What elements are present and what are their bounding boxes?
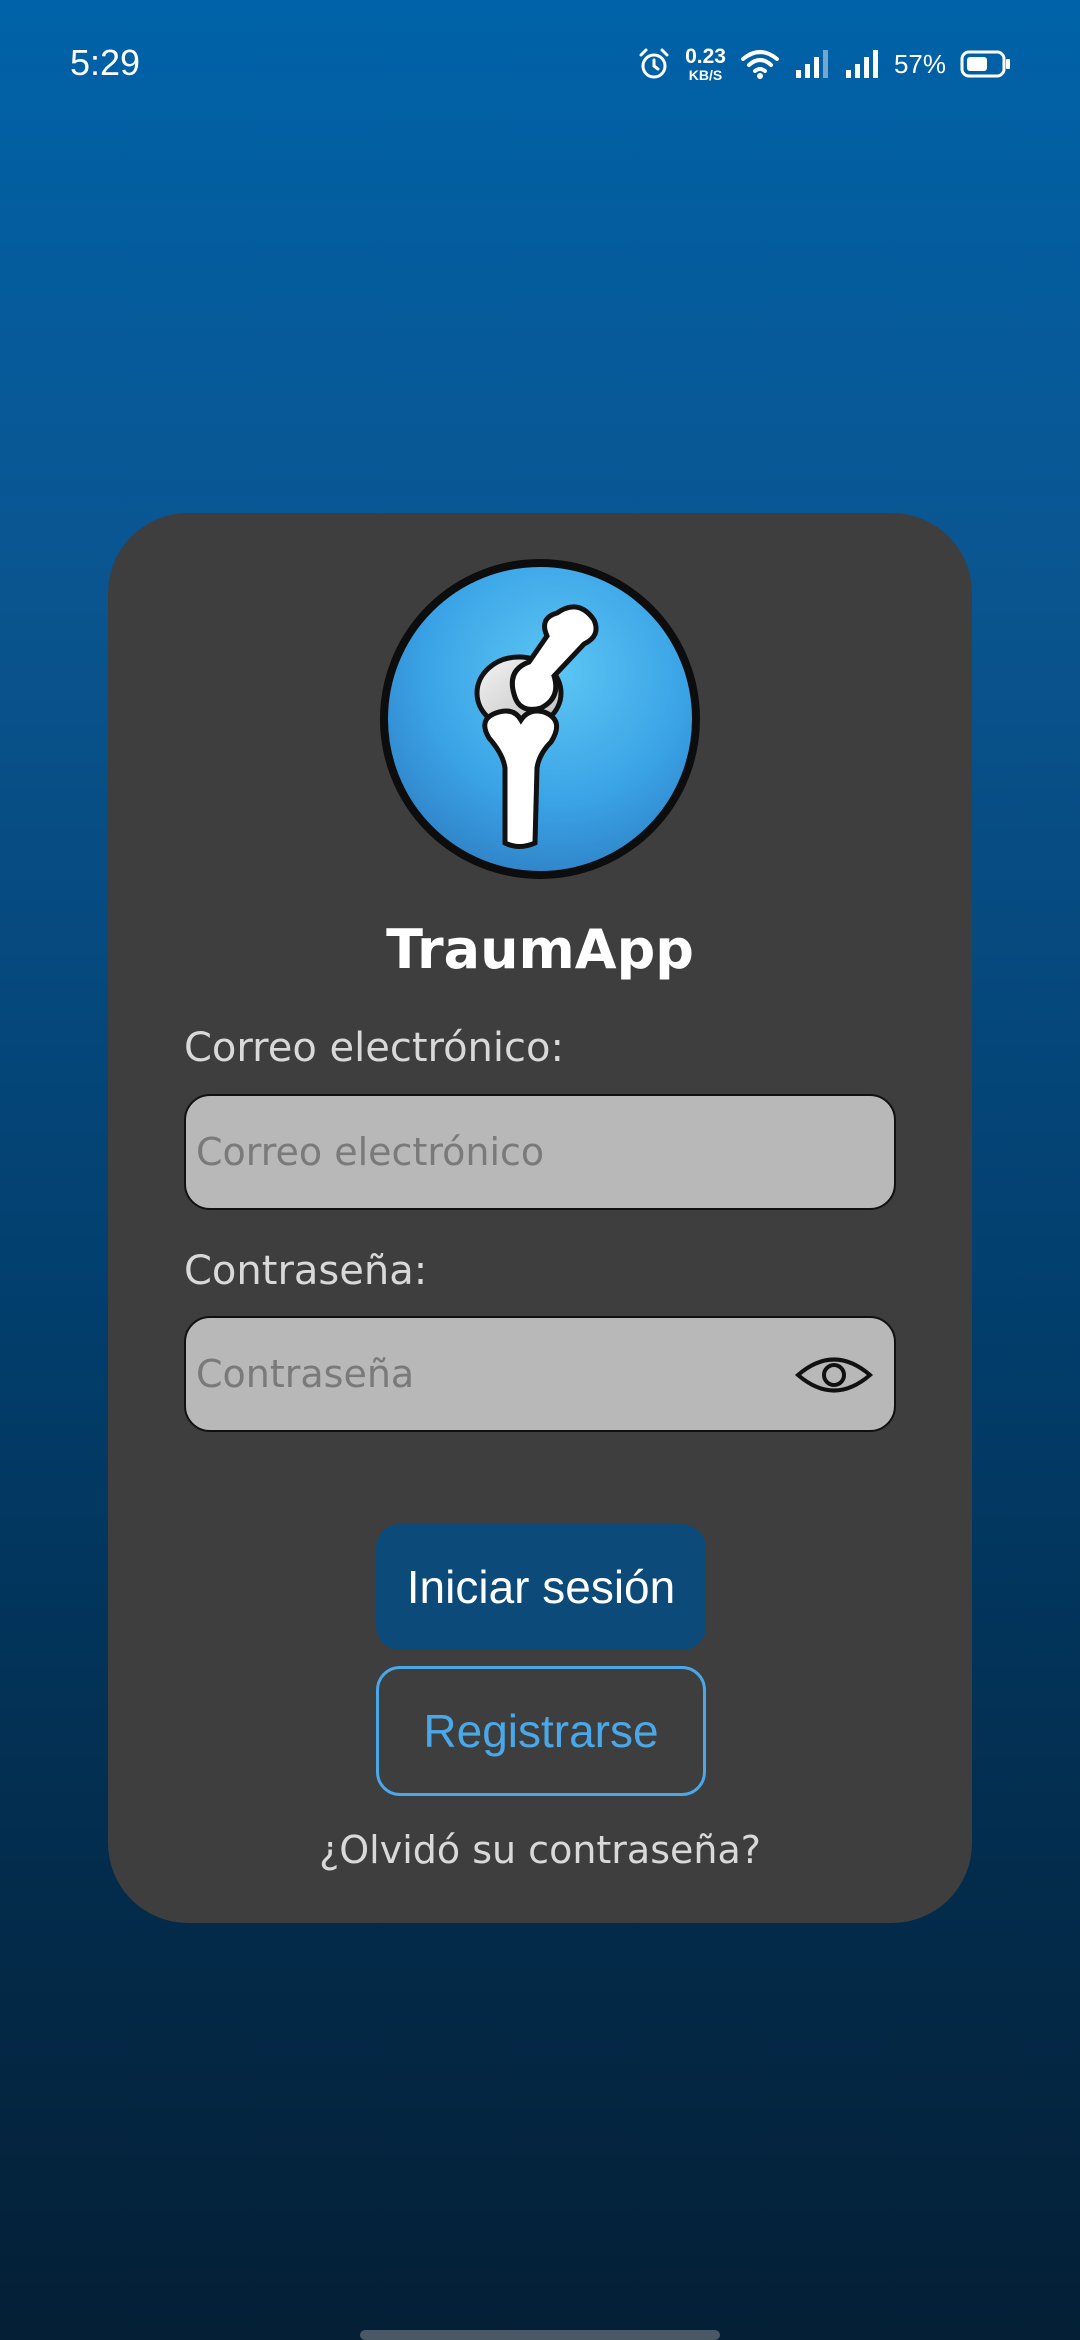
register-button[interactable]: Registrarse xyxy=(376,1666,706,1796)
password-field-container xyxy=(184,1316,896,1432)
status-time: 5:29 xyxy=(70,42,141,83)
email-label: Correo electrónico: xyxy=(184,1025,564,1071)
signal-icon xyxy=(795,50,828,78)
home-indicator[interactable] xyxy=(360,2330,720,2340)
wifi-icon xyxy=(740,50,779,79)
login-button[interactable]: Iniciar sesión xyxy=(376,1524,706,1650)
network-speed-value: 0.23 xyxy=(685,45,726,68)
email-field[interactable] xyxy=(196,1096,756,1208)
battery-percent: 57% xyxy=(893,48,946,79)
password-field[interactable] xyxy=(196,1318,756,1430)
password-label: Contraseña: xyxy=(184,1248,428,1294)
forgot-password-link[interactable]: ¿Olvidó su contraseña? xyxy=(108,1828,972,1872)
login-card: TraumApp Correo electrónico: Contraseña:… xyxy=(108,513,972,1923)
eye-icon[interactable] xyxy=(794,1350,874,1400)
status-bar: 5:29 0.23 KB/S 57% xyxy=(0,0,1080,130)
signal-icon xyxy=(845,50,878,78)
app-title: TraumApp xyxy=(386,918,694,981)
alarm-icon xyxy=(639,48,669,79)
app-logo xyxy=(380,559,700,879)
email-field-container xyxy=(184,1094,896,1210)
network-speed-unit: KB/S xyxy=(688,67,723,83)
status-icons: 0.23 KB/S 57% xyxy=(637,44,1012,84)
network-speed: 0.23 KB/S xyxy=(685,46,726,82)
battery-icon xyxy=(960,50,1010,78)
